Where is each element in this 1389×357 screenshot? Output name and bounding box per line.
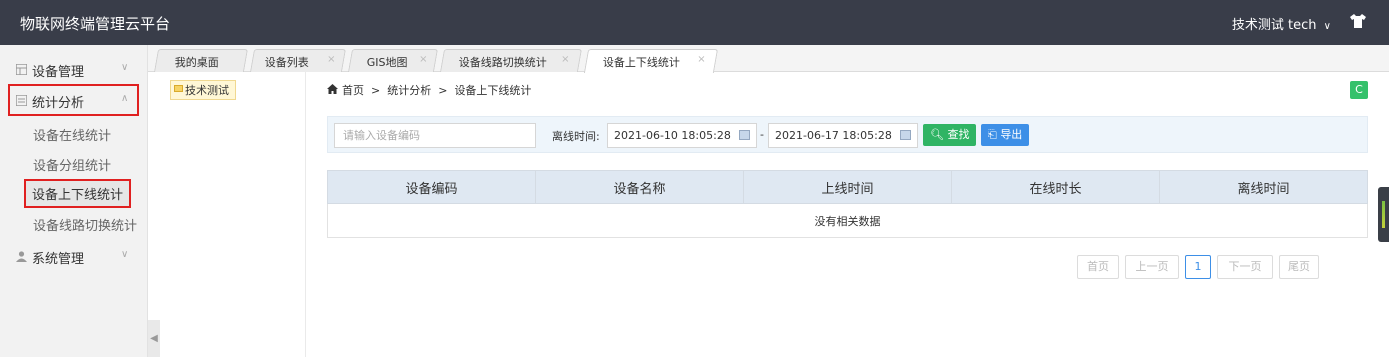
shirt-icon[interactable] [1349, 12, 1367, 30]
table-header-row: 设备编码 设备名称 上线时间 在线时长 离线时间 [327, 170, 1368, 204]
close-icon[interactable]: × [697, 54, 705, 65]
column-header[interactable]: 设备编码 [327, 170, 536, 204]
breadcrumb: 首页 > 统计分析 > 设备上下线统计 [327, 82, 531, 98]
sidebar: 设备管理 ∨ 统计分析 ∧ 设备在线统计 设备分组统计 设备上下线统计 设备线路… [0, 45, 148, 357]
tab-gis-map[interactable]: GIS地图 × [347, 49, 439, 72]
pager-first[interactable]: 首页 [1077, 255, 1119, 279]
sidebar-item-online-offline-stats[interactable]: 设备上下线统计 [24, 179, 132, 208]
grid-icon [16, 64, 27, 75]
search-panel: 离线时间: 2021-06-10 18:05:28 - 2021-06-17 1… [327, 116, 1368, 153]
sidebar-group-statistics[interactable]: 统计分析 ∧ [8, 84, 139, 116]
table-row: 没有相关数据 [327, 203, 1368, 238]
breadcrumb-level1[interactable]: 统计分析 [387, 84, 431, 97]
chevron-down-icon: ∨ [121, 62, 129, 73]
date-range-dash: - [760, 128, 764, 141]
date-to-value: 2021-06-17 18:05:28 [775, 129, 892, 142]
export-icon: ⎗ [988, 128, 997, 141]
calendar-icon[interactable] [739, 130, 750, 140]
close-icon[interactable]: × [419, 54, 427, 65]
org-tree: 技术测试 [160, 72, 306, 357]
app-title: 物联网终端管理云平台 [20, 15, 171, 33]
offline-time-label: 离线时间: [552, 130, 600, 143]
tab-online-offline-stats[interactable]: 设备上下线统计 × [583, 49, 719, 73]
sidebar-group-system-management[interactable]: 系统管理 ∨ [0, 240, 148, 272]
sidebar-item-line-switch-stats[interactable]: 设备线路切换统计 [33, 215, 137, 234]
pager-current[interactable]: 1 [1185, 255, 1211, 279]
user-icon [16, 251, 27, 262]
chevron-down-icon: ∨ [1323, 21, 1331, 32]
empty-message: 没有相关数据 [327, 203, 1368, 238]
breadcrumb-separator: > [438, 84, 448, 97]
export-button-label: 导出 [1000, 128, 1023, 141]
column-header[interactable]: 设备名称 [535, 170, 744, 204]
sidebar-item-online-stats[interactable]: 设备在线统计 [33, 125, 111, 144]
home-icon [327, 84, 338, 94]
date-from-input[interactable]: 2021-06-10 18:05:28 [607, 123, 757, 148]
sidebar-group-label: 统计分析 [32, 96, 85, 111]
close-icon[interactable]: × [327, 54, 335, 65]
sidebar-collapse-handle[interactable]: ◀ [148, 320, 160, 357]
sidebar-group-label: 设备管理 [32, 65, 85, 80]
tab-bar: 我的桌面 设备列表 × GIS地图 × 设备线路切换统计 × 设备上下线统计 × [148, 45, 1389, 73]
date-to-input[interactable]: 2021-06-17 18:05:28 [768, 123, 918, 148]
tab-line-switch-stats[interactable]: 设备线路切换统计 × [439, 49, 583, 72]
search-button[interactable]: 🔍︎ 查找 [923, 124, 977, 146]
tab-my-desktop[interactable]: 我的桌面 [153, 49, 249, 72]
tree-node-label: 技术测试 [185, 84, 229, 97]
tree-node[interactable]: 技术测试 [170, 80, 236, 100]
pager-prev[interactable]: 上一页 [1125, 255, 1179, 279]
breadcrumb-current: 设备上下线统计 [454, 84, 532, 97]
top-navbar: 物联网终端管理云平台 技术测试 tech ∨ [0, 0, 1389, 45]
close-icon[interactable]: × [561, 54, 569, 65]
column-header[interactable]: 在线时长 [951, 170, 1160, 204]
search-icon: 🔍︎ [930, 128, 944, 141]
user-name: 技术测试 tech [1231, 18, 1317, 33]
refresh-button[interactable]: C [1350, 81, 1368, 99]
chart-icon [16, 95, 27, 106]
column-header[interactable]: 上线时间 [743, 170, 952, 204]
chevron-up-icon: ∧ [121, 93, 129, 104]
side-drawer-handle[interactable] [1378, 187, 1389, 242]
sidebar-item-group-stats[interactable]: 设备分组统计 [33, 155, 111, 174]
tab-device-list[interactable]: 设备列表 × [249, 49, 347, 72]
column-header[interactable]: 离线时间 [1159, 170, 1368, 204]
folder-icon [174, 85, 183, 92]
user-menu[interactable]: 技术测试 tech ∨ [1232, 14, 1331, 33]
search-button-label: 查找 [947, 128, 970, 141]
sidebar-group-device-management[interactable]: 设备管理 ∨ [0, 53, 148, 85]
date-from-value: 2021-06-10 18:05:28 [614, 129, 731, 142]
export-button[interactable]: ⎗ 导出 [981, 124, 1030, 146]
drawer-grip [1382, 201, 1385, 228]
calendar-icon[interactable] [900, 130, 911, 140]
breadcrumb-separator: > [371, 84, 381, 97]
sidebar-group-label: 系统管理 [32, 252, 85, 267]
device-code-input[interactable] [334, 123, 536, 148]
pager-last[interactable]: 尾页 [1279, 255, 1319, 279]
data-table: 设备编码 设备名称 上线时间 在线时长 离线时间 没有相关数据 [327, 170, 1368, 238]
pager-next[interactable]: 下一页 [1217, 255, 1273, 279]
breadcrumb-home[interactable]: 首页 [342, 84, 364, 97]
chevron-down-icon: ∨ [121, 249, 129, 260]
